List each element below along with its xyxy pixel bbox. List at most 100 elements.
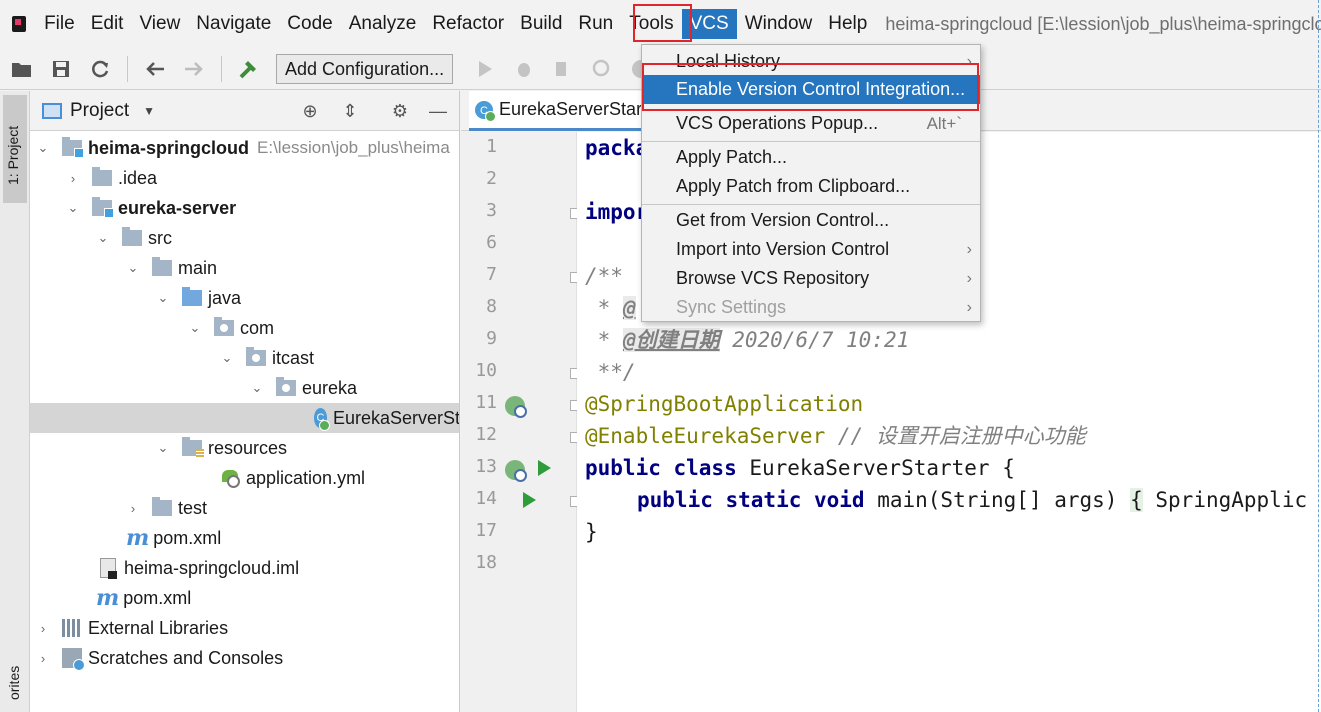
- coverage-icon[interactable]: [551, 57, 575, 81]
- menu-analyze[interactable]: Analyze: [341, 9, 425, 39]
- run-gutter-icon[interactable]: [523, 492, 536, 508]
- tree-item-label: .idea: [118, 167, 158, 188]
- spring-class-icon: C: [475, 100, 496, 122]
- sync-icon[interactable]: [88, 57, 112, 81]
- chevron-right-icon[interactable]: ›: [36, 651, 50, 666]
- chevron-down-icon[interactable]: ⌄: [36, 140, 50, 156]
- tree-item-main[interactable]: ⌄ main: [30, 253, 459, 283]
- menu-help[interactable]: Help: [820, 9, 875, 39]
- menu-item-enable-vcs-integration[interactable]: Enable Version Control Integration...: [642, 75, 980, 104]
- open-folder-icon[interactable]: [10, 57, 34, 81]
- menu-item-label: Apply Patch...: [676, 147, 788, 167]
- line-number: 1: [486, 136, 497, 157]
- tree-item-application-yml[interactable]: application.yml: [30, 463, 459, 493]
- chevron-down-icon[interactable]: ⌄: [220, 350, 234, 366]
- editor-tab-label: EurekaServerStar: [499, 99, 643, 119]
- back-arrow-icon[interactable]: [143, 57, 167, 81]
- tree-item-root-pom-xml[interactable]: m pom.xml: [30, 583, 459, 613]
- collapse-all-icon[interactable]: ⇕: [340, 101, 360, 121]
- spring-bean-icon[interactable]: [505, 396, 527, 418]
- menu-separator: [642, 141, 980, 142]
- save-icon[interactable]: [49, 57, 73, 81]
- line-number: 11: [475, 392, 497, 413]
- debug-icon[interactable]: [512, 57, 536, 81]
- add-configuration-button[interactable]: Add Configuration...: [276, 53, 454, 84]
- menu-item-browse-vcs-repository[interactable]: Browse VCS Repository ›: [642, 264, 980, 293]
- tree-item-pom-xml[interactable]: m pom.xml: [30, 523, 459, 553]
- menu-navigate[interactable]: Navigate: [188, 9, 279, 39]
- tree-item-test[interactable]: › test: [30, 493, 459, 523]
- project-tool-tab-label: 1: Project: [5, 125, 21, 185]
- menu-window[interactable]: Window: [737, 9, 821, 39]
- chevron-right-icon[interactable]: ›: [36, 621, 50, 636]
- menu-file[interactable]: File: [36, 9, 83, 39]
- maven-icon: m: [126, 525, 150, 551]
- tree-item-eurekaserverstarter[interactable]: C EurekaServerSt: [30, 403, 459, 433]
- tree-item-external-libraries[interactable]: › External Libraries: [30, 613, 459, 643]
- tree-item-java[interactable]: ⌄ java: [30, 283, 459, 313]
- chevron-down-icon[interactable]: ⌄: [96, 230, 110, 246]
- project-tool-tab[interactable]: 1: Project: [3, 95, 27, 203]
- menu-item-import-into-vcs[interactable]: Import into Version Control ›: [642, 235, 980, 264]
- chevron-down-icon[interactable]: ⌄: [66, 200, 80, 216]
- tree-item-eureka-server[interactable]: ⌄ eureka-server: [30, 193, 459, 223]
- chevron-down-icon[interactable]: ⌄: [188, 320, 202, 336]
- chevron-right-icon[interactable]: ›: [126, 501, 140, 516]
- tree-item-label: heima-springcloud.iml: [124, 557, 300, 578]
- keyword-text: public class: [585, 456, 737, 480]
- tree-item-resources[interactable]: ⌄ resources: [30, 433, 459, 463]
- chevron-right-icon[interactable]: ›: [66, 171, 80, 186]
- menu-item-get-from-vcs[interactable]: Get from Version Control...: [642, 206, 980, 235]
- menu-edit[interactable]: Edit: [83, 9, 132, 39]
- locate-target-icon[interactable]: ⊕: [300, 101, 320, 121]
- forward-arrow-icon[interactable]: [182, 57, 206, 81]
- line-number: 18: [475, 552, 497, 573]
- menu-view[interactable]: View: [131, 9, 188, 39]
- chevron-down-icon[interactable]: ▼: [143, 104, 155, 118]
- javadoc-tag: @创建日期: [622, 328, 720, 352]
- chevron-down-icon[interactable]: ⌄: [156, 290, 170, 306]
- project-panel-title[interactable]: Project: [70, 100, 129, 122]
- menu-item-apply-patch-clipboard[interactable]: Apply Patch from Clipboard...: [642, 172, 980, 201]
- menu-code[interactable]: Code: [279, 9, 340, 39]
- menu-item-vcs-operations-popup[interactable]: VCS Operations Popup... Alt+`: [642, 109, 980, 138]
- tree-item-com[interactable]: ⌄ com: [30, 313, 459, 343]
- module-file-icon: [100, 558, 117, 579]
- editor-tab-eurekaserverstarter[interactable]: C EurekaServerStar: [469, 91, 649, 131]
- tree-item-itcast[interactable]: ⌄ itcast: [30, 343, 459, 373]
- run-icon[interactable]: [473, 57, 497, 81]
- hide-panel-icon[interactable]: —: [428, 101, 448, 121]
- profile-icon[interactable]: [590, 57, 614, 81]
- menu-item-label: Sync Settings: [676, 297, 787, 317]
- menu-item-local-history[interactable]: Local History ›: [642, 47, 980, 76]
- tree-item-label: itcast: [272, 347, 315, 368]
- tree-item-eureka[interactable]: ⌄ eureka: [30, 373, 459, 403]
- code-text: SpringApplic: [1142, 488, 1308, 512]
- tree-item-heima-springcloud[interactable]: ⌄ heima-springcloud E:\lession\job_plus\…: [30, 133, 459, 163]
- menu-vcs[interactable]: VCS: [681, 9, 737, 39]
- menu-tools[interactable]: Tools: [621, 9, 681, 39]
- menu-build[interactable]: Build: [512, 9, 570, 39]
- menu-item-apply-patch[interactable]: Apply Patch...: [642, 143, 980, 172]
- menu-run[interactable]: Run: [570, 9, 621, 39]
- code-text: EurekaServerStarter {: [736, 456, 1015, 480]
- module-folder-icon: [92, 197, 114, 218]
- tree-item-src[interactable]: ⌄ src: [30, 223, 459, 253]
- spring-bean-icon[interactable]: [505, 460, 527, 482]
- run-gutter-icon[interactable]: [538, 460, 551, 476]
- menu-refactor[interactable]: Refactor: [424, 9, 512, 39]
- tree-item-scratches[interactable]: › Scratches and Consoles: [30, 643, 459, 673]
- tree-item-label: main: [178, 257, 218, 278]
- spring-class-icon: C: [314, 408, 330, 431]
- tree-item-idea[interactable]: › .idea: [30, 163, 459, 193]
- build-hammer-icon[interactable]: [237, 57, 261, 81]
- gear-icon[interactable]: ⚙: [390, 101, 410, 121]
- chevron-down-icon[interactable]: ⌄: [156, 440, 170, 456]
- project-panel-header: Project ▼ ⊕ ⇕ ⚙ —: [30, 91, 459, 131]
- line-number: 12: [475, 424, 497, 445]
- tree-item-iml[interactable]: heima-springcloud.iml: [30, 553, 459, 583]
- folded-brace[interactable]: {: [1130, 488, 1143, 512]
- annotation-text: @EnableEurekaServer: [585, 424, 826, 448]
- chevron-down-icon[interactable]: ⌄: [250, 380, 264, 396]
- chevron-down-icon[interactable]: ⌄: [126, 260, 140, 276]
